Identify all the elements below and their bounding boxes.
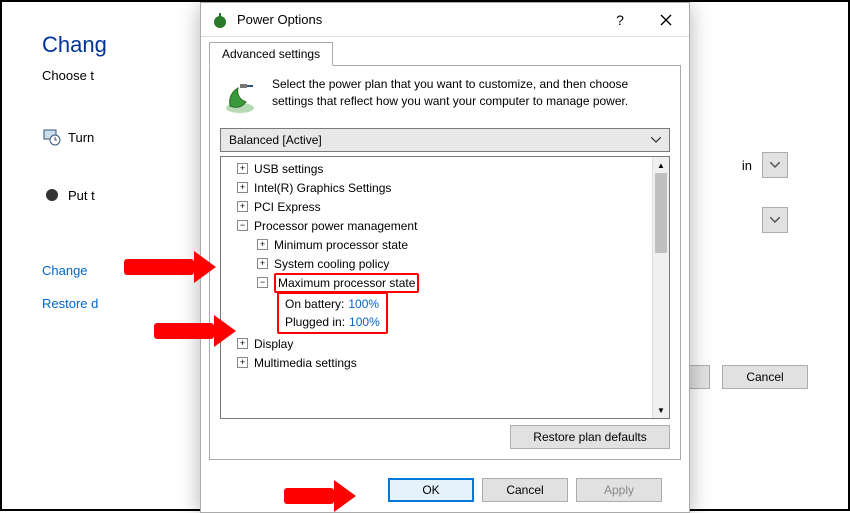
tree-item-usb[interactable]: + USB settings (221, 159, 669, 178)
tree-item-cooling-policy[interactable]: + System cooling policy (221, 254, 669, 273)
tree-label: System cooling policy (274, 257, 389, 271)
dropdown-toggle-2[interactable] (762, 207, 788, 233)
ok-label: OK (422, 483, 439, 497)
value-value: 100% (349, 315, 380, 329)
parent-cancel-button[interactable]: Cancel (722, 365, 808, 389)
scroll-down-icon[interactable]: ▼ (653, 402, 669, 418)
tab-label: Advanced settings (222, 47, 320, 61)
parent-right-label-1: in (742, 158, 752, 173)
annotation-arrow (284, 480, 356, 512)
tree-item-processor-power[interactable]: − Processor power management (221, 216, 669, 235)
cancel-label: Cancel (506, 483, 543, 497)
plan-select-value: Balanced [Active] (229, 133, 322, 147)
apply-label: Apply (604, 483, 634, 497)
plan-select[interactable]: Balanced [Active] (220, 128, 670, 152)
tree-item-min-processor[interactable]: + Minimum processor state (221, 235, 669, 254)
parent-row-put: Put t (68, 188, 95, 203)
tab-content: Select the power plan that you want to c… (209, 65, 681, 460)
expand-icon[interactable]: + (257, 239, 268, 250)
dropdown-toggle-1[interactable] (762, 152, 788, 178)
parent-row-turn: Turn (68, 130, 94, 145)
tree-item-intel-graphics[interactable]: + Intel(R) Graphics Settings (221, 178, 669, 197)
close-button[interactable] (643, 4, 689, 36)
scroll-up-icon[interactable]: ▲ (653, 157, 669, 173)
settings-tree: + USB settings + Intel(R) Graphics Setti… (220, 156, 670, 419)
dialog-footer: OK Cancel Apply (201, 468, 689, 512)
scroll-thumb[interactable] (655, 173, 667, 253)
expand-icon[interactable]: + (257, 258, 268, 269)
collapse-icon[interactable]: − (237, 220, 248, 231)
dialog-description: Select the power plan that you want to c… (272, 76, 670, 116)
power-plan-icon (220, 76, 260, 116)
tree-value-plugged-in[interactable]: Plugged in: 100% (281, 313, 384, 331)
tree-item-pci-express[interactable]: + PCI Express (221, 197, 669, 216)
tree-value-group: On battery: 100% Plugged in: 100% (221, 292, 669, 334)
value-label: On battery: (285, 297, 344, 311)
tree-label: USB settings (254, 162, 323, 176)
tree-label: Display (254, 337, 293, 351)
tree-item-multimedia[interactable]: + Multimedia settings (221, 353, 669, 372)
tree-value-on-battery[interactable]: On battery: 100% (281, 295, 384, 313)
expand-icon[interactable]: + (237, 201, 248, 212)
dialog-title: Power Options (237, 12, 597, 27)
tree-label: Multimedia settings (254, 356, 357, 370)
tree-label: Maximum processor state (278, 276, 415, 290)
apply-button: Apply (576, 478, 662, 502)
tree-item-display[interactable]: + Display (221, 334, 669, 353)
annotation-arrow (154, 315, 236, 347)
collapse-icon[interactable]: − (257, 277, 268, 288)
tree-label: PCI Express (254, 200, 321, 214)
tree-label: Intel(R) Graphics Settings (254, 181, 391, 195)
expand-icon[interactable]: + (237, 182, 248, 193)
titlebar: Power Options ? (201, 3, 689, 37)
tree-label: Minimum processor state (274, 238, 408, 252)
restore-defaults-button[interactable]: Restore plan defaults (510, 425, 670, 449)
restore-defaults-label: Restore plan defaults (533, 430, 646, 444)
power-options-dialog: Power Options ? Advanced settings Select… (200, 2, 690, 513)
parent-cancel-label: Cancel (746, 370, 783, 384)
help-button[interactable]: ? (597, 4, 643, 36)
expand-icon[interactable]: + (237, 338, 248, 349)
ok-button[interactable]: OK (388, 478, 474, 502)
tab-advanced-settings[interactable]: Advanced settings (209, 42, 333, 66)
chevron-down-icon (651, 137, 661, 143)
cancel-button[interactable]: Cancel (482, 478, 568, 502)
tree-label: Processor power management (254, 219, 417, 233)
sleep-moon-icon (42, 185, 62, 205)
tree-item-max-processor[interactable]: − Maximum processor state (221, 273, 669, 292)
tabstrip: Advanced settings (201, 37, 689, 65)
expand-icon[interactable]: + (237, 163, 248, 174)
expand-icon[interactable]: + (237, 357, 248, 368)
power-options-icon (211, 11, 229, 29)
annotation-arrow (124, 251, 216, 283)
tree-scrollbar[interactable]: ▲ ▼ (652, 157, 669, 418)
value-label: Plugged in: (285, 315, 345, 329)
value-value: 100% (348, 297, 379, 311)
monitor-clock-icon (42, 127, 62, 147)
